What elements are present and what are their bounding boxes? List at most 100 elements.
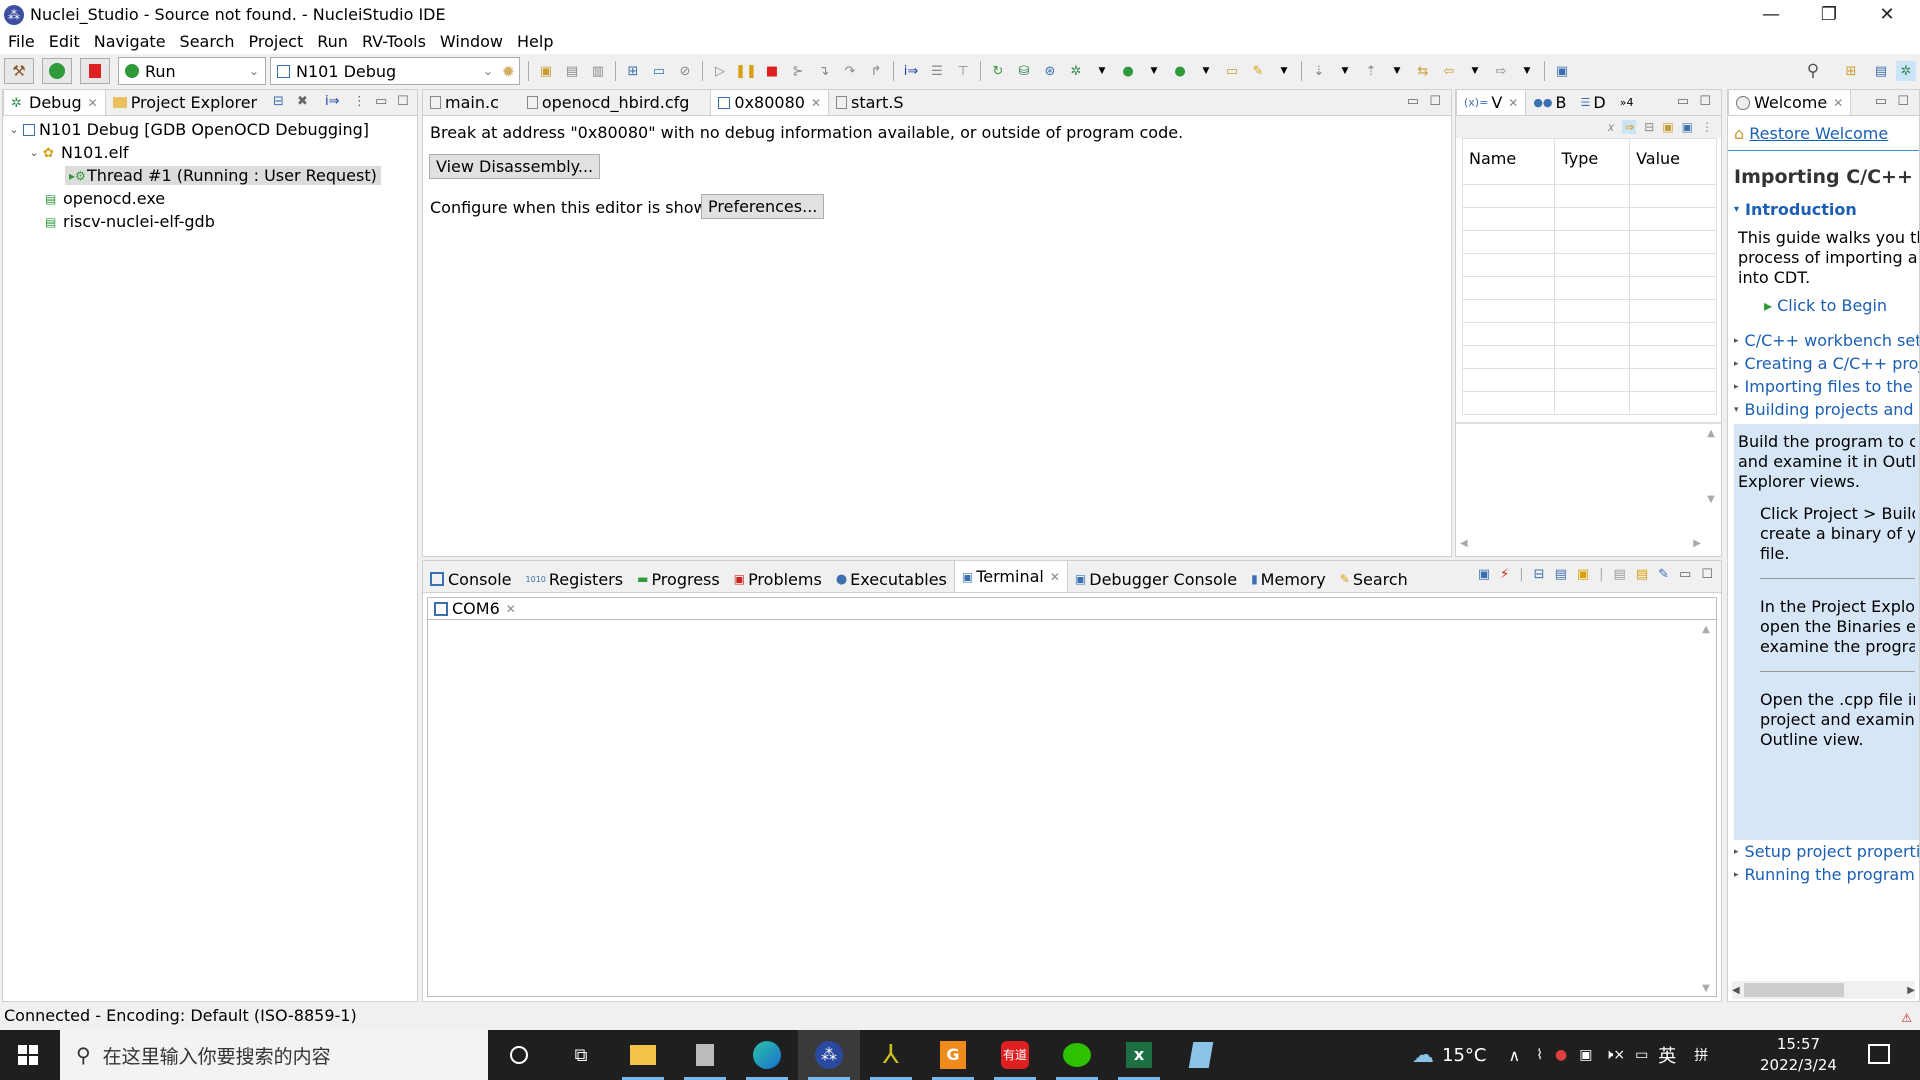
- horizontal-scrollbar[interactable]: ◀ ▶: [1732, 981, 1915, 999]
- close-tab-icon[interactable]: ✕: [88, 96, 98, 110]
- cpp-perspective-icon[interactable]: ▤: [1871, 61, 1891, 81]
- vertical-scrollbar[interactable]: ▲ ▼: [1703, 428, 1719, 538]
- terminate-icon[interactable]: ■: [762, 61, 782, 81]
- tab-debug[interactable]: ✲ Debug ✕: [3, 89, 106, 115]
- forward-icon[interactable]: ⇨: [1491, 61, 1511, 81]
- chevron-down-icon[interactable]: ⌄: [7, 123, 21, 136]
- section-introduction[interactable]: ▾ Introduction: [1734, 198, 1857, 221]
- tab-console[interactable]: Console: [423, 566, 519, 592]
- menu-rv-tools[interactable]: RV-Tools: [360, 32, 434, 51]
- dropdown-arrow-icon[interactable]: ▼: [1465, 61, 1485, 81]
- view-menu-icon[interactable]: ⋮: [1701, 120, 1713, 134]
- view-menu-icon[interactable]: ⋮: [353, 94, 366, 109]
- weather-icon[interactable]: ☁: [1412, 1043, 1434, 1068]
- maximize-view-icon[interactable]: ☐: [1897, 94, 1909, 109]
- search-icon[interactable]: ⚲: [1803, 61, 1823, 81]
- step-return-icon[interactable]: ↱: [866, 61, 886, 81]
- dropdown-arrow-icon[interactable]: ▼: [1517, 61, 1537, 81]
- minimize-view-icon[interactable]: ▭: [375, 94, 387, 109]
- gear-icon[interactable]: ✹: [502, 62, 515, 81]
- show-hidden-icons[interactable]: ∧: [1508, 1046, 1520, 1065]
- minimize-view-icon[interactable]: ▭: [1677, 94, 1689, 109]
- tab-start-s[interactable]: start.S: [829, 89, 911, 115]
- network-error-icon[interactable]: ●: [1555, 1047, 1567, 1063]
- tab-terminal[interactable]: ▣ Terminal ✕: [953, 560, 1068, 592]
- click-to-begin-link[interactable]: ▸ Click to Begin: [1764, 296, 1887, 315]
- prev-annotation-icon[interactable]: ⇡: [1361, 61, 1381, 81]
- taskbar-search[interactable]: ⚲ 在这里输入你要搜索的内容: [60, 1030, 488, 1080]
- launch-config-select[interactable]: N101 Debug ⌄ ✹: [270, 57, 520, 85]
- restore-button[interactable]: ❐: [1800, 0, 1858, 29]
- app-tray-icon[interactable]: ▣: [1579, 1047, 1592, 1063]
- status-error-icon[interactable]: ⚠: [1901, 1006, 1912, 1030]
- tree-item-launch[interactable]: ⌄ N101 Debug [GDB OpenOCD Debugging]: [3, 118, 417, 141]
- menu-search[interactable]: Search: [178, 32, 243, 51]
- menu-navigate[interactable]: Navigate: [92, 32, 174, 51]
- use-step-filters-icon[interactable]: ⊤: [953, 61, 973, 81]
- launch-mode-select[interactable]: Run ⌄: [118, 57, 266, 85]
- tree-item-thread[interactable]: ▸⚙ Thread #1 (Running : User Request): [3, 164, 417, 187]
- column-header-name[interactable]: Name: [1461, 138, 1556, 185]
- tab-0x80080[interactable]: 0x80080 ✕: [710, 89, 830, 115]
- taskbar-edge[interactable]: [736, 1030, 798, 1080]
- taskbar-excel[interactable]: x: [1108, 1030, 1170, 1080]
- dropdown-arrow-icon[interactable]: ▼: [1196, 61, 1216, 81]
- last-edit-icon[interactable]: ⇆: [1413, 61, 1433, 81]
- clock[interactable]: 15:57 2022/3/24: [1760, 1034, 1837, 1076]
- debug-icon[interactable]: ✲: [1066, 61, 1086, 81]
- dropdown-arrow-icon[interactable]: ▼: [1092, 61, 1112, 81]
- menu-run[interactable]: Run: [315, 32, 356, 51]
- section-running-program[interactable]: ▸ Running the program: [1734, 863, 1919, 886]
- step-mode-icon[interactable]: i⇒: [325, 94, 340, 109]
- taskbar-explorer[interactable]: [612, 1030, 674, 1080]
- launch-button[interactable]: [42, 58, 72, 84]
- task-view-button[interactable]: ⧉: [550, 1030, 612, 1080]
- preferences-button[interactable]: Preferences...: [701, 194, 825, 219]
- tab-main-c[interactable]: main.c: [423, 89, 506, 115]
- collapse-all-icon[interactable]: ⊟: [1644, 120, 1654, 134]
- dropdown-arrow-icon[interactable]: ▼: [1144, 61, 1164, 81]
- database-icon[interactable]: ⛁: [1014, 61, 1034, 81]
- tab-search[interactable]: ✎ Search: [1333, 566, 1415, 592]
- volume-muted-icon[interactable]: 🕨×: [1605, 1047, 1626, 1063]
- terminal-output[interactable]: [428, 622, 1696, 996]
- maximize-view-icon[interactable]: ☐: [1699, 94, 1711, 109]
- build-button[interactable]: ⚒: [4, 58, 34, 84]
- dropdown-arrow-icon[interactable]: ▼: [1274, 61, 1294, 81]
- open-perspective-icon[interactable]: ⊞: [1841, 61, 1861, 81]
- menu-project[interactable]: Project: [247, 32, 312, 51]
- clear-console-icon[interactable]: ▤: [1555, 567, 1567, 582]
- open-terminal-icon[interactable]: ▣: [1478, 567, 1490, 582]
- vertical-scrollbar[interactable]: ▲ ▼: [1698, 624, 1714, 994]
- view-disassembly-button[interactable]: View Disassembly...: [429, 154, 601, 179]
- remove-terminated-icon[interactable]: ✖: [297, 94, 308, 109]
- close-tab-icon[interactable]: ✕: [506, 602, 516, 616]
- wifi-icon[interactable]: ⌇: [1536, 1047, 1543, 1063]
- dropdown-arrow-icon[interactable]: ▼: [1335, 61, 1355, 81]
- maximize-view-icon[interactable]: ☐: [1429, 94, 1441, 109]
- tab-memory[interactable]: ▮ Memory: [1244, 566, 1333, 592]
- binary-icon[interactable]: ⊞: [623, 61, 643, 81]
- scroll-lock-icon[interactable]: ⊟: [1534, 567, 1545, 582]
- save-icon[interactable]: ▤: [562, 61, 582, 81]
- taskbar-app-2[interactable]: [674, 1030, 736, 1080]
- column-header-type[interactable]: Type: [1554, 138, 1631, 185]
- tab-progress[interactable]: ▬ Progress: [630, 566, 727, 592]
- maximize-view-icon[interactable]: ☐: [397, 94, 409, 109]
- cortana-button[interactable]: [488, 1030, 550, 1080]
- tab-debugger-console[interactable]: ▣ Debugger Console: [1068, 566, 1244, 592]
- tab-executables[interactable]: ● Executables: [829, 566, 954, 592]
- tab-openocd-cfg[interactable]: openocd_hbird.cfg: [520, 89, 697, 115]
- section-importing-files[interactable]: ▸ Importing files to the pr: [1734, 375, 1919, 398]
- tree-item-openocd[interactable]: ▤ openocd.exe: [3, 187, 417, 210]
- minimize-view-icon[interactable]: ▭: [1875, 94, 1887, 109]
- taskbar-nuclei-studio[interactable]: ⁂: [798, 1030, 860, 1080]
- close-tab-icon[interactable]: ✕: [1508, 96, 1518, 110]
- ime-mode[interactable]: 拼: [1694, 1045, 1708, 1065]
- add-global-icon[interactable]: ▣: [1662, 120, 1673, 134]
- close-button[interactable]: ✕: [1858, 0, 1916, 29]
- tree-item-gdb[interactable]: ▤ riscv-nuclei-elf-gdb: [3, 210, 417, 233]
- step-over-icon[interactable]: ↷: [840, 61, 860, 81]
- copy-icon[interactable]: ▤: [1614, 567, 1626, 582]
- menu-window[interactable]: Window: [438, 32, 511, 51]
